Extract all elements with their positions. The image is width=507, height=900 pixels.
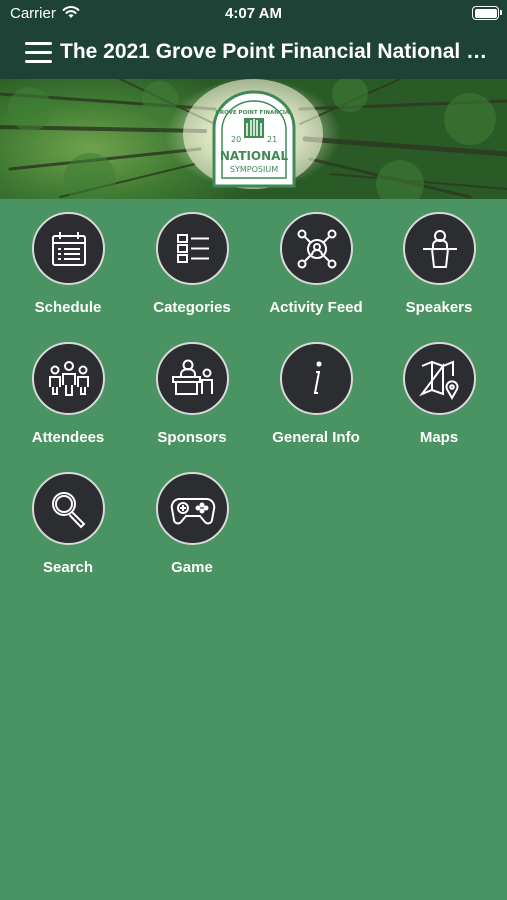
menu-item-label: Sponsors (157, 429, 227, 446)
map-icon (403, 342, 476, 415)
menu-item-label: Maps (419, 429, 459, 446)
logo-subtitle: SYMPOSIUM (230, 165, 278, 174)
menu-item-label: Speakers (405, 299, 473, 316)
list-icon (156, 212, 229, 285)
event-banner: GROVE POINT FINANCIAL 20 21 NATIONAL SYM… (0, 79, 507, 199)
menu-item-categories[interactable]: Categories (130, 199, 254, 319)
menu-item-label: Categories (153, 299, 231, 316)
logo-year-left: 20 (231, 135, 241, 144)
search-icon (32, 472, 105, 545)
nav-bar: The 2021 Grove Point Financial National … (0, 28, 507, 79)
menu-item-game[interactable]: Game (130, 459, 254, 579)
menu-item-attendees[interactable]: Attendees (6, 329, 130, 449)
logo-year-right: 21 (267, 135, 277, 144)
menu-item-general-info[interactable]: General Info (254, 329, 378, 449)
booth-icon (156, 342, 229, 415)
menu-item-search[interactable]: Search (6, 459, 130, 579)
logo-arc-text: GROVE POINT FINANCIAL (215, 110, 293, 116)
menu-item-label: Schedule (34, 299, 102, 316)
logo-title: NATIONAL (220, 149, 289, 163)
menu-item-label: Game (171, 559, 213, 576)
calendar-icon (32, 212, 105, 285)
menu-item-label: Activity Feed (269, 299, 363, 316)
battery-icon (472, 6, 502, 20)
info-icon (280, 342, 353, 415)
menu-item-label: Attendees (31, 429, 105, 446)
menu-item-speakers[interactable]: Speakers (377, 199, 501, 319)
people-icon (32, 342, 105, 415)
menu-item-label: Search (42, 559, 94, 576)
network-icon (280, 212, 353, 285)
menu-item-label: General Info (272, 429, 360, 446)
gamepad-icon (156, 472, 229, 545)
speaker-podium-icon (403, 212, 476, 285)
top-bar: Carrier 4:07 AM The 2021 Grove Point Fin… (0, 0, 507, 79)
hamburger-menu-icon[interactable] (25, 42, 52, 64)
menu-item-maps[interactable]: Maps (377, 329, 501, 449)
menu-item-sponsors[interactable]: Sponsors (130, 329, 254, 449)
menu-item-schedule[interactable]: Schedule (6, 199, 130, 319)
status-time: 4:07 AM (225, 5, 282, 22)
menu-item-activity-feed[interactable]: Activity Feed (254, 199, 378, 319)
page-title: The 2021 Grove Point Financial National … (60, 40, 492, 63)
symposium-logo: GROVE POINT FINANCIAL 20 21 NATIONAL SYM… (212, 90, 296, 188)
status-bar: Carrier 4:07 AM (0, 0, 507, 28)
